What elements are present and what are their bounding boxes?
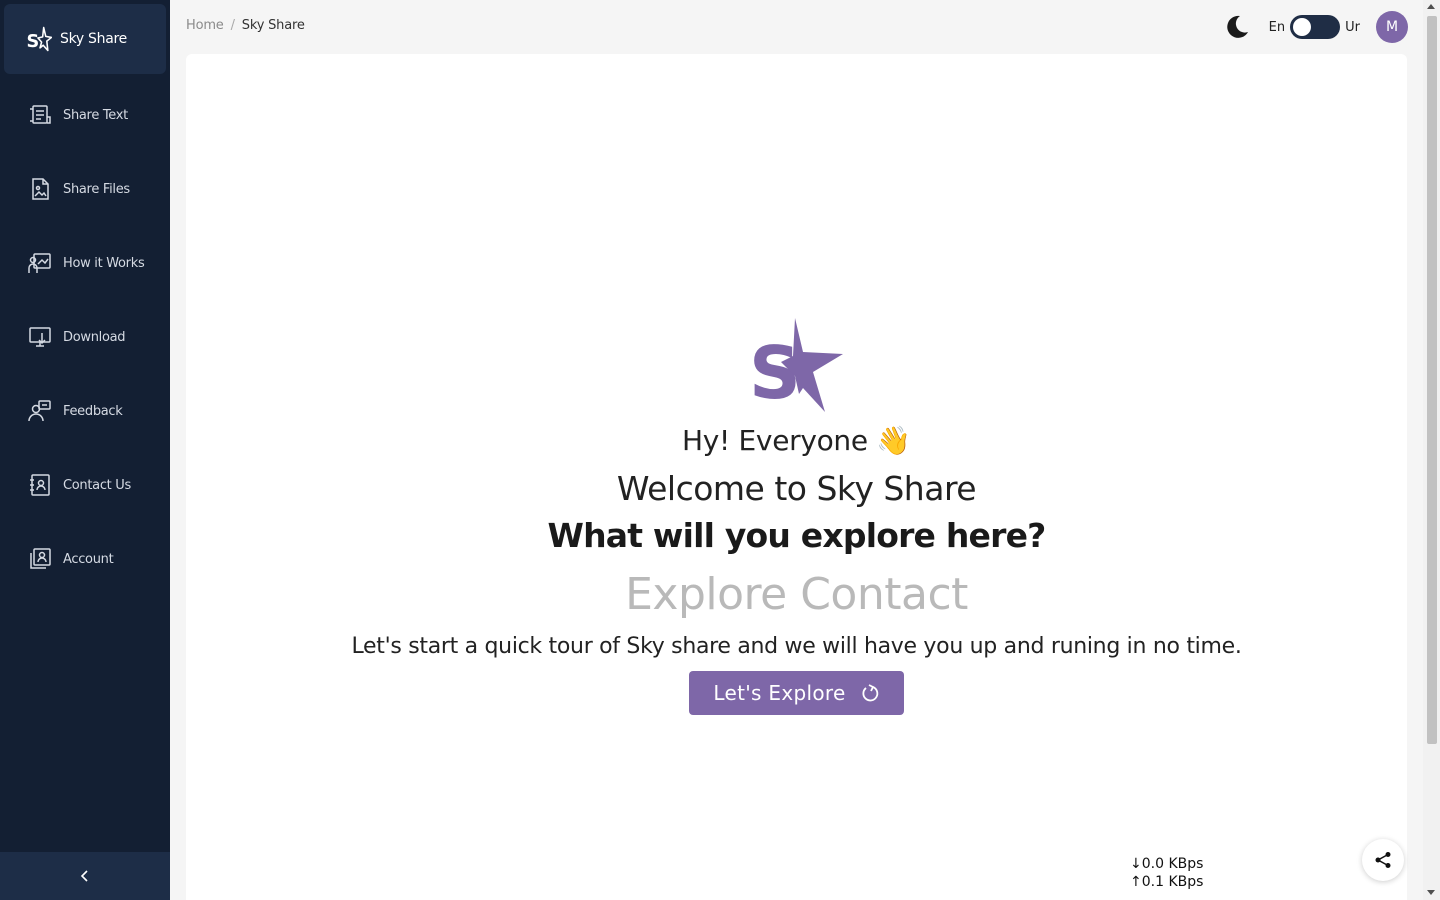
download-speed: 0.0 KBps <box>1141 856 1204 872</box>
refresh-icon <box>862 684 878 702</box>
brand-label: Sky Share <box>60 31 127 47</box>
hero-section: S Hy! Everyone 👋 Welcome to Sky Share Wh… <box>186 316 1407 715</box>
sidebar-item-download[interactable]: Download <box>0 300 170 374</box>
header-controls: En Ur M <box>1223 11 1408 43</box>
toggle-knob <box>1293 18 1312 36</box>
breadcrumb-current: Sky Share <box>241 18 305 33</box>
breadcrumb-home[interactable]: Home <box>186 18 224 33</box>
sidebar-item-feedback[interactable]: Feedback <box>0 374 170 448</box>
sidebar-item-label: Share Files <box>63 181 130 197</box>
sidebar-item-share-files[interactable]: Share Files <box>0 152 170 226</box>
sidebar-item-label: How it Works <box>63 255 145 271</box>
share-button[interactable] <box>1362 839 1404 881</box>
network-speed: ↓0.0 KBps ↑0.1 KBps <box>1130 855 1203 891</box>
wave-emoji: 👋 <box>876 424 911 457</box>
main-card: S Hy! Everyone 👋 Welcome to Sky Share Wh… <box>186 54 1407 900</box>
sidebar-item-how-it-works[interactable]: How it Works <box>0 226 170 300</box>
contact-list-icon <box>30 474 50 496</box>
breadcrumb: Home / Sky Share <box>186 18 305 33</box>
sidebar-brand[interactable]: S Sky Share <box>4 4 166 74</box>
document-text-icon <box>30 105 51 124</box>
arrow-up-icon: ↑ <box>1130 874 1142 890</box>
upload-speed: 0.1 KBps <box>1141 874 1204 890</box>
sidebar-item-label: Feedback <box>63 403 123 419</box>
rotating-text: Explore Contact <box>625 569 968 620</box>
sidebar: S Sky Share Share Text Share Files How i… <box>0 0 170 900</box>
lang-label-ur: Ur <box>1345 19 1360 35</box>
welcome-heading: Welcome to Sky Share <box>616 469 977 508</box>
moon-icon[interactable] <box>1223 13 1251 41</box>
sidebar-item-label: Account <box>63 551 114 567</box>
chevron-left-icon <box>80 870 88 882</box>
user-stack-icon <box>30 548 51 569</box>
arrow-down-icon: ↓ <box>1130 856 1142 872</box>
tour-description: Let's start a quick tour of Sky share an… <box>351 634 1242 659</box>
scroll-thumb[interactable] <box>1427 16 1437 744</box>
sidebar-item-share-text[interactable]: Share Text <box>0 78 170 152</box>
sidebar-nav: Share Text Share Files How it Works Down… <box>0 78 170 596</box>
svg-text:S: S <box>27 32 40 52</box>
sidebar-item-label: Share Text <box>63 107 128 123</box>
sidebar-item-label: Download <box>63 329 126 345</box>
lang-label-en: En <box>1268 19 1286 35</box>
monitor-download-icon <box>29 327 51 347</box>
share-icon <box>1375 852 1391 868</box>
explore-button-label: Let's Explore <box>713 681 846 705</box>
page-scrollbar[interactable] <box>1423 0 1440 900</box>
file-image-icon <box>32 178 49 200</box>
sky-share-logo-icon: S <box>749 318 843 415</box>
sidebar-item-label: Contact Us <box>63 477 131 493</box>
sidebar-item-account[interactable]: Account <box>0 522 170 596</box>
language-toggle[interactable] <box>1290 15 1341 39</box>
greeting-heading: Hy! Everyone 👋 <box>186 424 1407 457</box>
sidebar-item-contact-us[interactable]: Contact Us <box>0 448 170 522</box>
avatar[interactable]: M <box>1376 11 1408 43</box>
lets-explore-button[interactable]: Let's Explore <box>689 671 904 715</box>
presentation-icon <box>28 253 51 273</box>
upload-speed-row: ↑0.1 KBps <box>1130 873 1203 891</box>
scroll-down-arrow-icon[interactable] <box>1427 890 1435 895</box>
question-heading: What will you explore here? <box>547 516 1047 555</box>
sidebar-collapse-button[interactable] <box>0 852 170 900</box>
breadcrumb-separator: / <box>230 18 235 33</box>
sky-share-logo-icon: S <box>27 26 52 52</box>
user-feedback-icon <box>28 400 51 422</box>
download-speed-row: ↓0.0 KBps <box>1130 855 1203 873</box>
scroll-up-arrow-icon[interactable] <box>1427 4 1435 9</box>
greeting-text: Hy! Everyone <box>681 424 868 457</box>
